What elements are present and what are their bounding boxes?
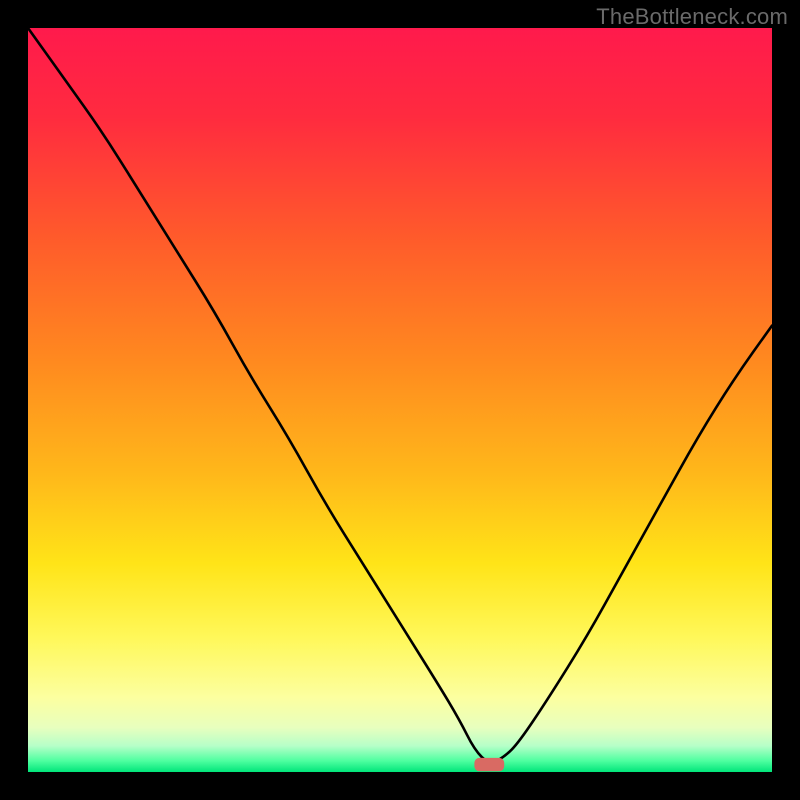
watermark-text: TheBottleneck.com bbox=[596, 4, 788, 30]
chart-svg bbox=[28, 28, 772, 772]
chart-frame: TheBottleneck.com bbox=[0, 0, 800, 800]
plot-area bbox=[28, 28, 772, 772]
gradient-background bbox=[28, 28, 772, 772]
minimum-marker bbox=[474, 758, 504, 771]
